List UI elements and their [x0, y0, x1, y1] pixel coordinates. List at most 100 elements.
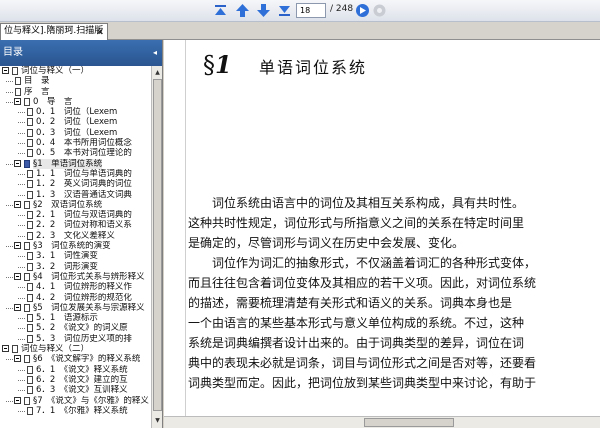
- tree-item[interactable]: 2．3 文化义差释义: [0, 231, 151, 241]
- collapse-node-icon[interactable]: [14, 97, 21, 105]
- body-text-line: 词典类型而定。因此，把词位放到某些词典类型中来讨论，有助于: [188, 376, 537, 390]
- collapse-node-icon[interactable]: [14, 396, 21, 404]
- section-digit: 1: [215, 50, 232, 79]
- last-page-button[interactable]: [276, 2, 293, 19]
- tree-item[interactable]: 5．3 词位历史义项的排: [0, 334, 151, 344]
- scroll-down-icon[interactable]: ▼: [153, 415, 162, 426]
- tree-connector: [18, 410, 25, 412]
- tree-item[interactable]: 0．2 词位（Lexem: [0, 117, 151, 127]
- collapse-node-icon[interactable]: [2, 67, 9, 74]
- tree-item[interactable]: 0．4 本书所用词位概念: [0, 138, 151, 148]
- tree-item[interactable]: 7．1 《尔雅》释义系统: [0, 406, 151, 416]
- tree-connector: [6, 400, 13, 402]
- bookmark-tree: 词位与释义（一）目 录序 言0 导 言 0．1 词位（Lexem 0．2 词位（Le…: [0, 66, 151, 428]
- collapse-node-icon[interactable]: [14, 242, 21, 250]
- next-page-icon: [257, 4, 270, 17]
- close-tab-icon[interactable]: ✕: [96, 27, 104, 39]
- bookmark-page-icon: [27, 386, 33, 395]
- horizontal-scroll-thumb[interactable]: [364, 418, 454, 427]
- first-page-button[interactable]: [212, 2, 229, 19]
- page-margin-divider: [185, 40, 186, 428]
- collapse-sidebar-icon[interactable]: ◂: [153, 40, 157, 66]
- document-tab[interactable]: 位与释义].隋丽珂.扫描版 ✕: [0, 23, 108, 40]
- tree-item[interactable]: §7 《说文》与《尔雅》的释义: [0, 396, 151, 406]
- bookmark-page-icon: [15, 87, 21, 96]
- tree-item-label: 目 录: [24, 76, 50, 87]
- bookmark-page-icon: [27, 375, 33, 384]
- collapse-node-icon[interactable]: [14, 355, 21, 363]
- sidebar-scroll-thumb[interactable]: [153, 79, 162, 411]
- sidebar-scrollbar[interactable]: ▲ ▼: [151, 66, 162, 428]
- tree-item[interactable]: §5 词位发展关系与宗源释义: [0, 303, 151, 313]
- bookmark-page-icon: [24, 396, 30, 405]
- tree-item-label: 词位与释义（二）: [21, 344, 90, 355]
- tree-item[interactable]: 4．2 词位辨形的规范化: [0, 293, 151, 303]
- tree-item[interactable]: 5．2 《说文》的词义原: [0, 323, 151, 333]
- next-page-button[interactable]: [255, 2, 272, 19]
- prev-page-button[interactable]: [234, 2, 251, 19]
- tree-item[interactable]: 3．1 词性演变: [0, 251, 151, 261]
- tree-item[interactable]: 5．1 语源标示: [0, 313, 151, 323]
- tree-item-label: 1．1 词位与单语词典的: [36, 168, 132, 179]
- bookmark-page-icon: [24, 355, 30, 364]
- tree-item[interactable]: 6．1 《说文》释义系统: [0, 365, 151, 375]
- page-number-input[interactable]: 18: [296, 3, 326, 18]
- collapse-node-icon[interactable]: [14, 303, 21, 311]
- tree-item[interactable]: 1．1 词位与单语词典的: [0, 169, 151, 179]
- bookmark-page-icon: [27, 169, 33, 178]
- tree-item[interactable]: 序 言: [0, 87, 151, 97]
- tree-item-label: 0 导 言: [33, 96, 73, 107]
- collapse-node-icon[interactable]: [14, 159, 21, 167]
- tree-item[interactable]: 0．3 词位（Lexem: [0, 128, 151, 138]
- prev-page-icon: [236, 4, 249, 17]
- tree-item[interactable]: 词位与释义（二）: [0, 344, 151, 354]
- stop-button[interactable]: [371, 2, 388, 19]
- go-button[interactable]: [354, 2, 371, 19]
- tree-item-label: 1．3 汉语普通话文词典: [36, 189, 132, 200]
- tree-item[interactable]: §6 《说文解字》的释义系统: [0, 354, 151, 364]
- tree-item[interactable]: §2 双语词位系统: [0, 200, 151, 210]
- tree-item[interactable]: 目 录: [0, 76, 151, 86]
- tree-item-label: §1 单语词位系统: [33, 158, 103, 169]
- collapse-node-icon[interactable]: [2, 345, 9, 353]
- collapse-node-icon[interactable]: [14, 272, 21, 280]
- tree-item-label: 5．2 《说文》的词义原: [36, 323, 128, 334]
- tree-item[interactable]: 2．2 词位对称和语义系: [0, 220, 151, 230]
- tree-item[interactable]: 6．2 《说文》建立的互: [0, 375, 151, 385]
- navigation-toolbar: 18 / 248: [0, 0, 600, 22]
- tree-item-label: 1．2 英义词词典的词位: [36, 179, 132, 190]
- tree-connector: [18, 122, 25, 124]
- tree-item-label: 0．2 词位（Lexem: [36, 117, 118, 128]
- bookmark-page-icon: [27, 128, 33, 137]
- tree-item[interactable]: §3 词位系统的演变: [0, 241, 151, 251]
- bookmark-page-icon: [27, 293, 33, 302]
- tree-connector: [6, 359, 13, 361]
- tree-item[interactable]: 4．1 词位辨形的释义作: [0, 282, 151, 292]
- tree-item[interactable]: 0．1 词位（Lexem: [0, 107, 151, 117]
- tree-item[interactable]: 1．3 汉语普通话文词典: [0, 190, 151, 200]
- stop-icon: [373, 4, 386, 17]
- tree-item[interactable]: 2．1 词位与双语词典的: [0, 210, 151, 220]
- tree-connector: [6, 163, 13, 165]
- tree-item-label: 0．3 词位（Lexem: [36, 127, 118, 138]
- tree-item-label: 2．3 文化义差释义: [36, 230, 115, 241]
- go-icon: [356, 4, 369, 17]
- tree-item[interactable]: §4 词位形式关系与辨形释义: [0, 272, 151, 282]
- tree-connector: [18, 194, 25, 196]
- horizontal-scrollbar[interactable]: [164, 416, 600, 428]
- tree-item[interactable]: 词位与释义（一）: [0, 66, 151, 76]
- sidebar-title: 目录: [3, 47, 23, 58]
- bookmark-page-icon: [27, 118, 33, 127]
- tree-item[interactable]: 0．5 本书对词位理论的: [0, 148, 151, 158]
- tree-item-label: 0．4 本书所用词位概念: [36, 138, 132, 149]
- tree-item[interactable]: 3．2 词形演变: [0, 262, 151, 272]
- tree-item[interactable]: §1 单语词位系统: [0, 158, 151, 169]
- tree-item[interactable]: 1．2 英义词词典的词位: [0, 179, 151, 189]
- tree-connector: [18, 318, 25, 320]
- bookmark-page-icon: [27, 324, 33, 333]
- tree-connector: [6, 204, 13, 206]
- tree-item[interactable]: 6．3 《说文》互训释义: [0, 385, 151, 395]
- collapse-node-icon[interactable]: [14, 200, 21, 208]
- scroll-up-icon[interactable]: ▲: [153, 67, 162, 78]
- tree-item[interactable]: 0 导 言: [0, 97, 151, 107]
